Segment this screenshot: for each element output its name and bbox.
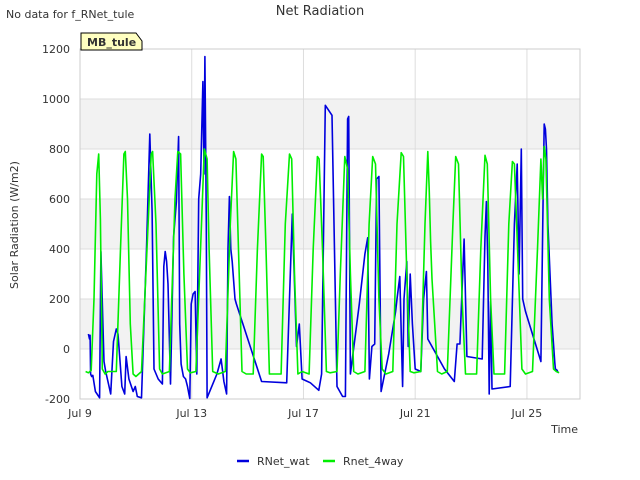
y-tick-label: 200 bbox=[49, 293, 70, 306]
site-label-tag: MB_tule bbox=[80, 32, 143, 51]
plot-band bbox=[80, 49, 580, 99]
x-axis-label: Time bbox=[550, 423, 578, 436]
x-tick-label: Jul 9 bbox=[67, 407, 92, 420]
y-tick-label: 400 bbox=[49, 243, 70, 256]
x-tick-label: Jul 17 bbox=[287, 407, 319, 420]
no-data-note: No data for f_RNet_tule bbox=[6, 8, 135, 21]
legend-label: RNet_wat bbox=[257, 455, 310, 468]
plot-band bbox=[80, 99, 580, 149]
y-tick-label: 600 bbox=[49, 193, 70, 206]
legend-label: Rnet_4way bbox=[343, 455, 404, 468]
y-tick-label: 800 bbox=[49, 143, 70, 156]
y-tick-label: 0 bbox=[63, 343, 70, 356]
y-axis-ticks: -200 0 200 400 600 800 1000 1200 bbox=[42, 43, 70, 406]
plot-band bbox=[80, 249, 580, 299]
y-tick-label: -200 bbox=[45, 393, 70, 406]
x-axis-ticks: Jul 9 Jul 13 Jul 17 Jul 21 Jul 25 bbox=[67, 407, 542, 420]
x-tick-label: Jul 25 bbox=[511, 407, 543, 420]
chart-title: Net Radiation bbox=[276, 4, 364, 19]
net-radiation-chart: -200020040060080010001200 Jul 9 Jul 13 Jul… bbox=[6, 4, 581, 468]
legend: RNet_wat Rnet_4way bbox=[237, 455, 404, 468]
x-tick-label: Jul 21 bbox=[399, 407, 431, 420]
y-tick-label: 1200 bbox=[42, 43, 70, 56]
site-label-text: MB_tule bbox=[87, 36, 136, 49]
y-axis-label: Solar Radiation (W/m2) bbox=[8, 161, 21, 289]
x-tick-label: Jul 13 bbox=[175, 407, 207, 420]
y-tick-label: 1000 bbox=[42, 93, 70, 106]
